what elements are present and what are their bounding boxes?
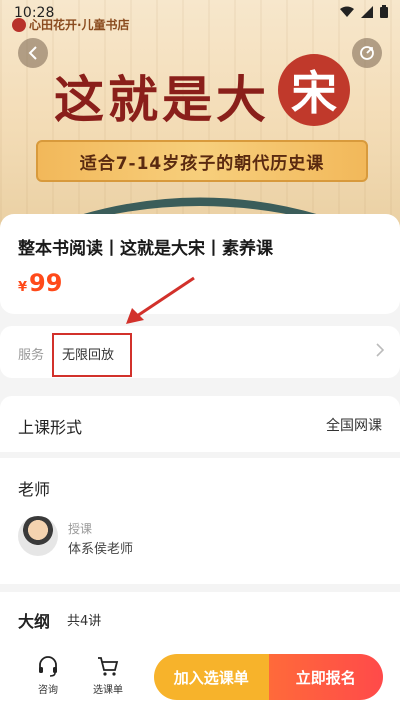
outline-title: 大纲 [18, 612, 51, 631]
brand-logo-icon [12, 17, 26, 32]
price-value: 99 [29, 269, 63, 297]
enroll-now-button[interactable]: 立即报名 [268, 654, 383, 700]
annotation-highlight-box [52, 333, 132, 377]
wifi-icon [340, 6, 354, 17]
consult-label: 咨询 [38, 685, 58, 696]
hero-seal: 宋 [278, 54, 350, 126]
back-button[interactable] [18, 38, 48, 68]
share-icon [360, 46, 374, 60]
outline-count: 共4讲 [67, 614, 102, 629]
cart-label: 选课单 [93, 685, 123, 696]
teacher-section: 老师 授课 体系侯老师 [0, 458, 400, 584]
annotation-arrow [126, 276, 195, 324]
teacher-avatar[interactable] [18, 516, 58, 556]
status-icons [340, 5, 388, 18]
teacher-name[interactable]: 体系侯老师 [68, 538, 133, 557]
cta-group: 加入选课单 立即报名 [154, 654, 383, 700]
share-button[interactable] [352, 38, 382, 68]
headset-icon [39, 656, 57, 677]
signal-icon [361, 5, 373, 18]
hero-banner: 10:28 心田花开·儿童书店 这就是大 宋 适合7-14岁孩子的朝代历史课 [0, 0, 400, 230]
format-label: 上课形式 [18, 418, 83, 437]
consult-button[interactable]: 咨询 [26, 654, 70, 696]
teacher-section-title: 老师 [18, 480, 51, 499]
hero-ribbon: 适合7-14岁孩子的朝代历史课 [36, 140, 368, 182]
chevron-left-icon [28, 46, 37, 60]
service-label: 服务 [18, 348, 45, 363]
hero-title: 这就是大 [54, 70, 270, 129]
price-currency: ¥ [18, 280, 28, 295]
cart-icon [98, 657, 119, 676]
teacher-role: 授课 [68, 522, 93, 536]
cart-button[interactable]: 选课单 [86, 654, 130, 696]
battery-icon [380, 5, 388, 18]
brand-name: 心田花开·儿童书店 [29, 18, 130, 32]
format-value: 全国网课 [326, 418, 382, 434]
outline-section[interactable]: 大纲 共4讲 [0, 592, 400, 642]
hero-ribbon-text: 适合7-14岁孩子的朝代历史课 [79, 153, 325, 174]
course-price: ¥99 [18, 269, 62, 297]
course-title: 整本书阅读丨这就是大宋丨素养课 [18, 239, 273, 259]
chevron-right-icon [376, 343, 384, 357]
bottom-action-bar: 咨询 选课单 加入选课单 立即报名 [0, 642, 400, 711]
brand: 心田花开·儿童书店 [12, 16, 130, 33]
course-info-card: 整本书阅读丨这就是大宋丨素养课 ¥99 [0, 214, 400, 314]
format-row: 上课形式 全国网课 [0, 396, 400, 452]
add-to-cart-button[interactable]: 加入选课单 [154, 654, 269, 700]
